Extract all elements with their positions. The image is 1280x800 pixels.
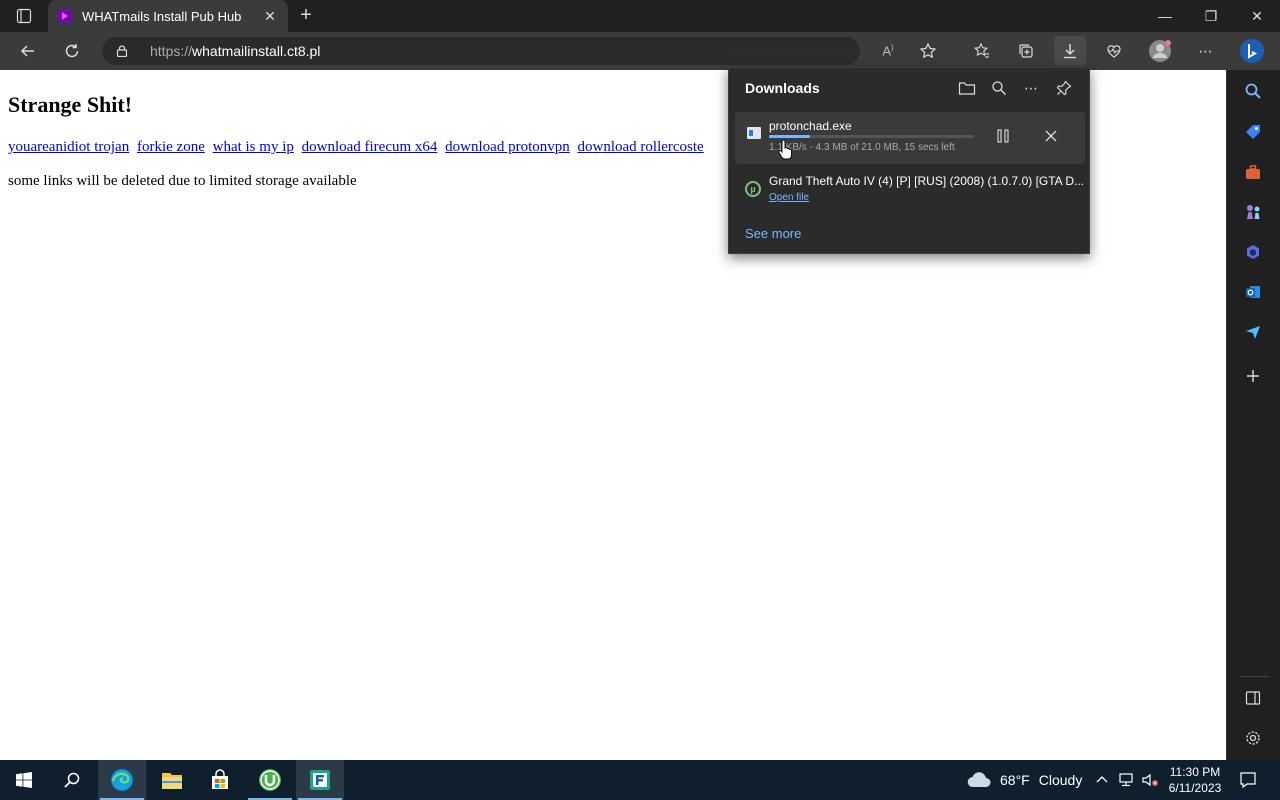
browser-toolbar: https://whatmailinstall.ct8.pl A) ⋯ (0, 32, 1280, 70)
link-list: youareanidiot trojan forkie zone what is… (8, 139, 708, 156)
weather-widget[interactable]: 68°F Cloudy (966, 760, 1082, 800)
shopping-tag-icon[interactable] (1242, 121, 1264, 143)
search-icon[interactable] (1242, 80, 1264, 102)
taskbar: 68°F Cloudy 11:30 PM 6/11/2023 (0, 760, 1280, 800)
bing-chat-icon[interactable] (1236, 36, 1268, 66)
link-download-rollercoaster[interactable]: download rollercoste (578, 139, 704, 155)
downloads-panel: Downloads ⋯ protonchad.exe 1.1 KB/s - 4.… (728, 67, 1090, 254)
link-forkie-zone[interactable]: forkie zone (137, 139, 205, 155)
utorrent-file-icon: µ (745, 181, 761, 197)
file-explorer-icon[interactable] (148, 760, 196, 800)
sidebar-settings-gear-icon[interactable] (1242, 727, 1264, 749)
see-more-link[interactable]: See more (745, 226, 801, 241)
clock-date: 6/11/2023 (1168, 781, 1222, 795)
chevron-up-icon[interactable] (1092, 770, 1112, 790)
hand-cursor-icon (778, 140, 792, 160)
notifications-icon[interactable] (1238, 770, 1258, 790)
network-icon[interactable] (1116, 770, 1136, 790)
tab-actions-menu-icon[interactable] (8, 4, 40, 28)
link-download-protonvpn[interactable]: download protonvpn (445, 139, 570, 155)
title-bar: WHATmails Install Pub Hub ✕ + — ❐ ✕ (0, 0, 1280, 32)
search-taskbar-icon[interactable] (48, 760, 96, 800)
search-downloads-icon[interactable] (988, 78, 1010, 98)
start-windows-icon[interactable] (0, 760, 48, 800)
weather-condition: Cloudy (1038, 772, 1083, 788)
read-aloud-icon[interactable]: A) (872, 36, 904, 66)
download-progress-bar (769, 135, 974, 138)
utorrent-taskbar-icon[interactable] (246, 760, 294, 800)
microsoft-store-icon[interactable] (196, 760, 244, 800)
downloads-title: Downloads (745, 80, 820, 96)
url-text[interactable]: https://whatmailinstall.ct8.pl (150, 43, 320, 59)
page-heading: Strange Shit! (8, 92, 133, 117)
games-chess-icon[interactable] (1242, 201, 1264, 223)
more-options-icon[interactable]: ⋯ (1020, 78, 1042, 98)
tab-active[interactable]: WHATmails Install Pub Hub ✕ (48, 0, 288, 32)
edge-browser-icon[interactable] (98, 760, 146, 800)
exe-file-icon (747, 127, 761, 139)
download-filename: protonchad.exe (769, 119, 852, 133)
new-tab-button[interactable]: + (294, 4, 318, 28)
system-clock[interactable]: 11:30 PM 6/11/2023 (1164, 764, 1226, 796)
cancel-download-icon[interactable] (1041, 126, 1061, 146)
address-bar[interactable]: https://whatmailinstall.ct8.pl (102, 37, 860, 65)
profile-avatar[interactable] (1144, 36, 1176, 66)
microsoft-365-icon[interactable] (1242, 241, 1264, 263)
lock-icon[interactable] (116, 45, 128, 57)
pin-icon[interactable] (1053, 78, 1075, 98)
site-favicon-icon (58, 9, 72, 23)
weather-temp: 68°F (1000, 772, 1030, 788)
download-filename-2[interactable]: Grand Theft Auto IV (4) [P] [RUS] (2008)… (769, 174, 1084, 188)
restore-button[interactable]: ❐ (1188, 0, 1234, 32)
link-what-is-my-ip[interactable]: what is my ip (213, 139, 294, 155)
link-youareanidiot[interactable]: youareanidiot trojan (8, 139, 129, 155)
sidebar-divider (1239, 676, 1269, 677)
open-file-link[interactable]: Open file (769, 192, 809, 203)
close-window-button[interactable]: ✕ (1234, 0, 1280, 32)
settings-more-icon[interactable]: ⋯ (1190, 36, 1222, 66)
tools-briefcase-icon[interactable] (1242, 161, 1264, 183)
downloads-icon[interactable] (1054, 36, 1086, 66)
cloud-icon (967, 772, 991, 788)
open-downloads-folder-icon[interactable] (956, 78, 978, 98)
favorites-icon[interactable] (966, 36, 998, 66)
tab-close-icon[interactable]: ✕ (262, 8, 278, 25)
tab-title: WHATmails Install Pub Hub (82, 8, 242, 24)
download-status: 1.1 KB/s - 4.3 MB of 21.0 MB, 15 secs le… (769, 142, 955, 153)
add-favorite-star-icon[interactable] (912, 36, 944, 66)
link-download-firecum[interactable]: download firecum x64 (302, 139, 438, 155)
browser-essentials-heart-icon[interactable] (1098, 36, 1130, 66)
volume-muted-icon[interactable] (1140, 770, 1160, 790)
add-sidebar-app-icon[interactable] (1242, 365, 1264, 387)
drop-send-icon[interactable] (1242, 321, 1264, 343)
app-f-taskbar-icon[interactable] (296, 760, 344, 800)
collections-icon[interactable] (1010, 36, 1042, 66)
download-progress-fill (769, 135, 810, 138)
clock-time: 11:30 PM (1169, 765, 1221, 779)
pause-icon[interactable] (993, 126, 1013, 146)
minimize-button[interactable]: — (1142, 0, 1188, 32)
back-button[interactable] (12, 36, 44, 66)
refresh-button[interactable] (56, 36, 88, 66)
hide-sidebar-icon[interactable] (1242, 687, 1264, 709)
outlook-icon[interactable] (1242, 281, 1264, 303)
page-note: some links will be deleted due to limite… (8, 173, 357, 189)
edge-sidebar (1226, 70, 1280, 760)
